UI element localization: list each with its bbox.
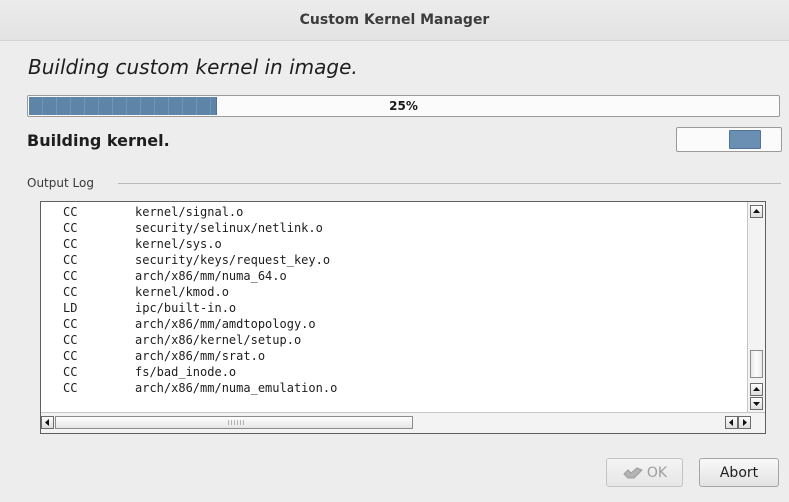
- log-line: CC kernel/kmod.o: [41, 284, 746, 300]
- scroll-up-button-lower[interactable]: [750, 383, 763, 396]
- log-line-command: CC: [63, 317, 78, 331]
- output-log[interactable]: CC kernel/signal.o CC security/selinux/netl…: [40, 201, 766, 434]
- log-line: CC security/keys/request_key.o: [41, 252, 746, 268]
- ok-button[interactable]: OK: [606, 458, 683, 487]
- log-line-file: arch/x86/kernel/setup.o: [135, 333, 302, 347]
- log-line: CC arch/x86/mm/amdtopology.o: [41, 316, 746, 332]
- log-line-command: CC: [63, 365, 78, 379]
- abort-button-label: Abort: [719, 464, 759, 481]
- output-log-text: CC kernel/signal.o CC security/selinux/netl…: [41, 204, 746, 412]
- log-line: CC kernel/signal.o: [41, 204, 746, 220]
- progress-bar: 25%: [27, 95, 780, 117]
- log-line-file: security/keys/request_key.o: [135, 253, 331, 267]
- horizontal-scroll-thumb[interactable]: [55, 416, 413, 429]
- arrow-down-icon: [753, 402, 760, 406]
- activity-indicator: [676, 127, 782, 152]
- log-line-command: CC: [63, 349, 78, 363]
- ok-check-icon: [622, 466, 644, 480]
- log-line-command: CC: [63, 269, 78, 283]
- log-line: CC arch/x86/mm/srat.o: [41, 348, 746, 364]
- vertical-scrollbar[interactable]: [747, 202, 765, 412]
- scroll-down-button[interactable]: [750, 397, 763, 410]
- log-line-file: security/selinux/netlink.o: [135, 221, 323, 235]
- log-line-file: arch/x86/mm/amdtopology.o: [135, 317, 316, 331]
- log-line-file: kernel/sys.o: [135, 237, 222, 251]
- arrow-right-icon: [743, 419, 747, 426]
- horizontal-scrollbar[interactable]: [41, 412, 765, 433]
- log-line-file: arch/x86/mm/srat.o: [135, 349, 266, 363]
- log-line: CC kernel/sys.o: [41, 236, 746, 252]
- abort-button[interactable]: Abort: [699, 458, 779, 487]
- arrow-up-icon: [753, 209, 760, 213]
- log-line: CC security/selinux/netlink.o: [41, 220, 746, 236]
- scroll-left-button-right[interactable]: [725, 416, 738, 429]
- log-line-command: CC: [63, 205, 78, 219]
- log-line-file: arch/x86/mm/numa_64.o: [135, 269, 287, 283]
- window-titlebar[interactable]: Custom Kernel Manager: [0, 0, 789, 41]
- log-line-command: CC: [63, 381, 78, 395]
- log-line: CC fs/bad_inode.o: [41, 364, 746, 380]
- frame-separator: [118, 183, 781, 184]
- window-title: Custom Kernel Manager: [299, 12, 490, 28]
- arrow-left-icon: [729, 419, 733, 426]
- log-line-command: CC: [63, 237, 78, 251]
- log-line-command: CC: [63, 333, 78, 347]
- output-log-label: Output Log: [27, 176, 98, 190]
- log-line-command: LD: [63, 301, 78, 315]
- log-line: CC arch/x86/kernel/setup.o: [41, 332, 746, 348]
- scroll-up-button[interactable]: [750, 205, 763, 218]
- log-line: CC arch/x86/mm/numa_64.o: [41, 268, 746, 284]
- log-line-file: kernel/signal.o: [135, 205, 244, 219]
- activity-indicator-block: [729, 130, 761, 149]
- vertical-scroll-thumb[interactable]: [750, 350, 763, 378]
- log-line-command: CC: [63, 285, 78, 299]
- log-line-file: fs/bad_inode.o: [135, 365, 237, 379]
- scroll-right-button[interactable]: [738, 416, 751, 429]
- log-line-file: arch/x86/mm/numa_emulation.o: [135, 381, 338, 395]
- page-heading: Building custom kernel in image.: [28, 55, 358, 79]
- ok-button-label: OK: [646, 464, 668, 481]
- scroll-grip: [228, 420, 244, 425]
- progress-percent-label: 25%: [389, 99, 418, 113]
- log-line-file: ipc/built-in.o: [135, 301, 237, 315]
- arrow-up-icon: [753, 387, 760, 391]
- log-line-command: CC: [63, 221, 78, 235]
- log-line-command: CC: [63, 253, 78, 267]
- arrow-left-icon: [45, 419, 49, 426]
- scroll-left-button[interactable]: [41, 416, 54, 429]
- log-line: CC arch/x86/mm/numa_emulation.o: [41, 380, 746, 396]
- status-text: Building kernel.: [27, 131, 170, 150]
- log-line: LD ipc/built-in.o: [41, 300, 746, 316]
- log-line-file: kernel/kmod.o: [135, 285, 229, 299]
